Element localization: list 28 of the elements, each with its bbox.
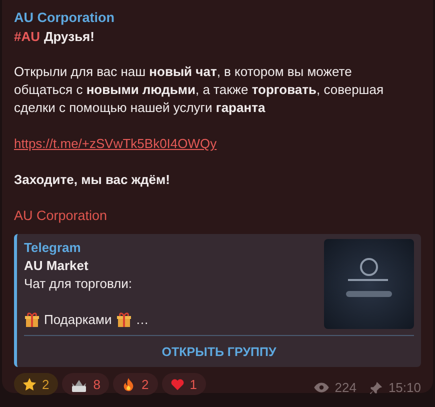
reaction-button[interactable]: 2 [113,373,158,395]
gift-icon [24,312,40,328]
reaction-button[interactable]: 1 [162,373,206,395]
message-paragraph: Открыли для вас наш новый чат, в котором вы можете общаться с новыми людьми, а также торговать, совершая сделки с помощью нашей услуги гаранта [14,63,384,117]
gift-icon [116,312,132,328]
preview-title: AU Market [24,257,90,275]
open-group-button[interactable]: ОТКРЫТЬ ГРУППУ [24,336,414,367]
view-count: 224 [334,380,356,395]
author-name[interactable]: AU Corporation [14,8,421,27]
heart-icon [170,376,185,392]
hashtag-link[interactable]: #AU [14,29,40,44]
signature-text: AU Corporation [14,207,108,225]
preview-site: Telegram [24,239,82,257]
reaction-count: 8 [93,376,100,392]
preview-description: Чат для торговли: [24,275,134,293]
greeting-text: Друзья! [44,29,94,44]
invite-link[interactable]: https://t.me/+zSVwTk5Bk0I4OWQy [14,136,217,151]
reaction-count: 2 [42,376,50,392]
reaction-count: 2 [141,376,149,392]
star-icon [22,376,37,392]
reaction-count: 1 [190,376,197,392]
ellipsis-text: … [136,311,149,329]
teaser-text: Подарками [44,311,112,329]
reaction-button[interactable]: 2 [14,373,58,395]
message-time: 15:10 [388,380,421,395]
pin-icon [369,380,384,394]
reaction-button[interactable]: 8 [62,373,110,395]
closing-text: Заходите, мы вас ждём! [14,171,171,189]
